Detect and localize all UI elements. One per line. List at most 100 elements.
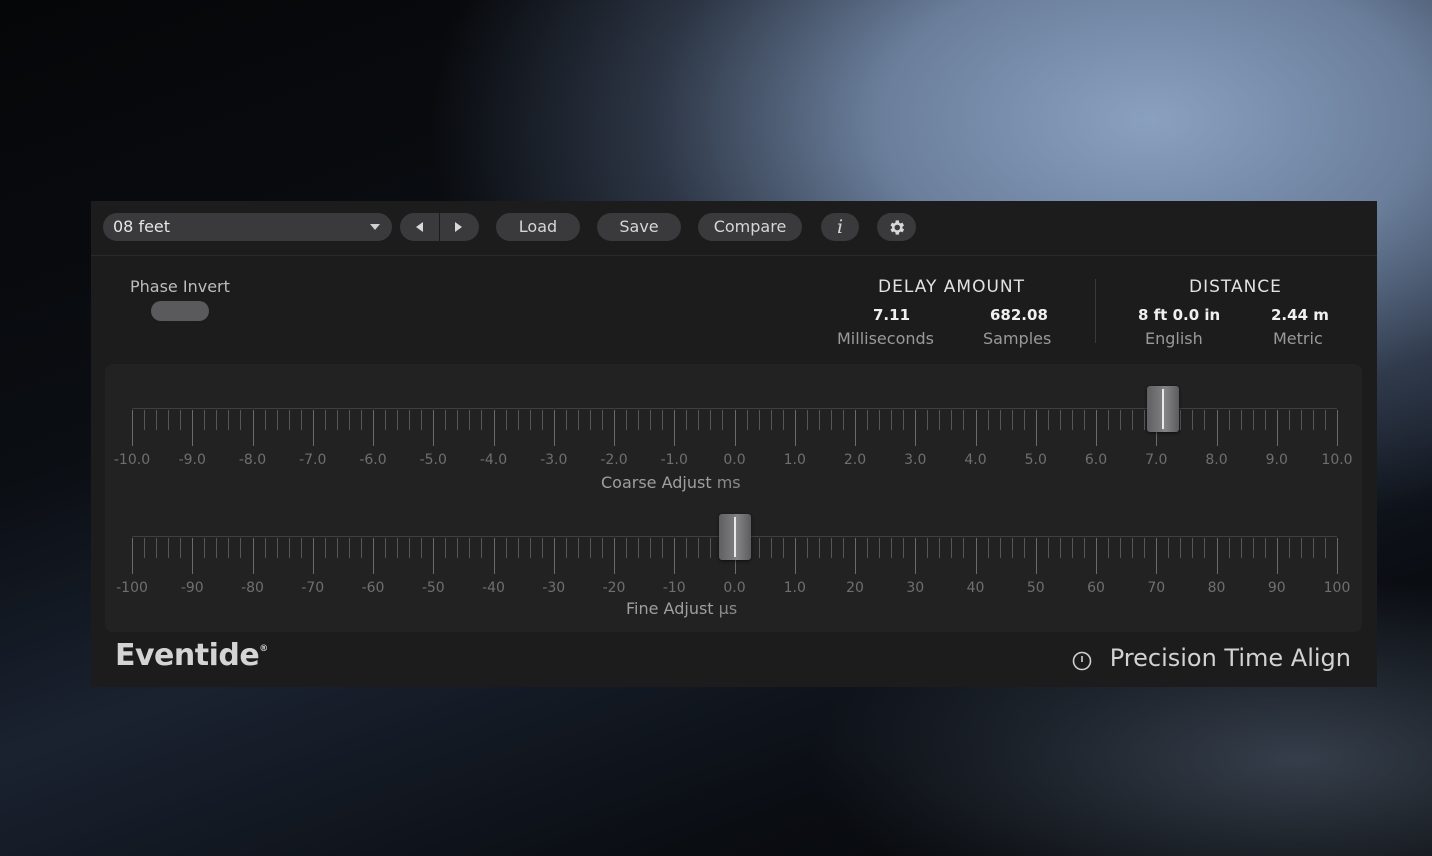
- coarse-tick: [999, 410, 1001, 430]
- coarse-tick: [626, 410, 628, 430]
- fine-tick: [336, 538, 338, 558]
- coarse-tick: [264, 410, 266, 430]
- coarse-tick: [192, 410, 194, 446]
- fine-tick: [505, 538, 507, 558]
- chevron-down-icon: [370, 224, 380, 230]
- coarse-tick: [734, 410, 736, 446]
- fine-tick: [324, 538, 326, 558]
- coarse-tick: [1300, 410, 1302, 430]
- coarse-tick: [505, 410, 507, 430]
- coarse-tick: [1324, 410, 1326, 430]
- gear-icon: [890, 220, 905, 235]
- fine-tick: [360, 538, 362, 558]
- compare-button[interactable]: Compare: [698, 213, 802, 241]
- fine-tick: [385, 538, 387, 558]
- fine-tick: [192, 538, 194, 574]
- coarse-tick-label: -2.0: [600, 452, 628, 468]
- fine-tick: [1023, 538, 1025, 558]
- fine-tick: [1132, 538, 1134, 558]
- fine-slider-thumb[interactable]: [718, 514, 751, 560]
- settings-button[interactable]: [877, 213, 916, 241]
- fine-tick: [662, 538, 664, 558]
- fine-tick: [216, 538, 218, 558]
- coarse-tick: [1120, 410, 1122, 430]
- coarse-tick: [1228, 410, 1230, 430]
- coarse-tick: [577, 410, 579, 430]
- coarse-tick: [1180, 410, 1182, 430]
- coarse-tick: [300, 410, 302, 430]
- coarse-tick: [204, 410, 206, 430]
- fine-tick: [180, 538, 182, 558]
- coarse-tick: [565, 410, 567, 430]
- distance-title: DISTANCE: [1189, 277, 1282, 297]
- fine-tick-label: -20: [602, 580, 626, 596]
- coarse-tick: [927, 410, 929, 430]
- coarse-tick: [722, 410, 724, 430]
- coarse-tick: [469, 410, 471, 430]
- coarse-tick: [385, 410, 387, 430]
- fine-tick: [1047, 538, 1049, 558]
- fine-tick: [204, 538, 206, 558]
- fine-tick: [168, 538, 170, 558]
- coarse-tick: [409, 410, 411, 430]
- fine-tick: [409, 538, 411, 558]
- coarse-tick: [1023, 410, 1025, 430]
- coarse-tick: [481, 410, 483, 430]
- coarse-tick: [782, 410, 784, 430]
- preset-dropdown[interactable]: 08 feet: [103, 213, 392, 241]
- fine-tick: [1240, 538, 1242, 558]
- coarse-slider-thumb[interactable]: [1146, 386, 1179, 432]
- fine-tick: [638, 538, 640, 558]
- coarse-tick: [638, 410, 640, 430]
- fine-tick: [228, 538, 230, 558]
- fine-tick: [1276, 538, 1278, 574]
- fine-tick: [577, 538, 579, 558]
- coarse-tick: [698, 410, 700, 430]
- fine-tick: [867, 538, 869, 558]
- prev-preset-button[interactable]: [400, 213, 440, 241]
- fine-tick-label: -60: [361, 580, 385, 596]
- fine-tick: [927, 538, 929, 558]
- save-button[interactable]: Save: [597, 213, 681, 241]
- coarse-tick: [1071, 410, 1073, 430]
- fine-tick: [1059, 538, 1061, 558]
- coarse-tick: [1059, 410, 1061, 430]
- fine-tick: [1228, 538, 1230, 558]
- fine-tick-label: 40: [966, 580, 985, 596]
- fine-tick: [481, 538, 483, 558]
- coarse-tick: [360, 410, 362, 430]
- fine-tick: [614, 538, 615, 574]
- fine-tick: [975, 538, 977, 574]
- coarse-tick-label: 5.0: [1024, 452, 1047, 468]
- delay-amount-title: DELAY AMOUNT: [878, 277, 1026, 297]
- coarse-tick: [541, 410, 543, 430]
- coarse-tick: [216, 410, 218, 430]
- fine-tick: [240, 538, 242, 558]
- coarse-adjust-label: Coarse Adjust ms: [601, 473, 741, 492]
- phase-invert-toggle[interactable]: [151, 301, 209, 321]
- fine-tick: [1288, 538, 1290, 558]
- fine-tick: [1204, 538, 1206, 558]
- toolbar: 08 feet Load Save Compare i: [91, 201, 1377, 256]
- fine-tick-label: 100: [1323, 580, 1351, 596]
- fine-tick: [1035, 538, 1037, 574]
- coarse-tick: [1035, 410, 1037, 446]
- coarse-tick: [601, 410, 603, 430]
- coarse-tick-label: 7.0: [1145, 452, 1168, 468]
- info-button[interactable]: i: [821, 213, 859, 241]
- next-preset-button[interactable]: [440, 213, 479, 241]
- coarse-tick: [806, 410, 808, 430]
- fine-adjust-label: Fine Adjust µs: [626, 599, 737, 618]
- coarse-tick: [288, 410, 290, 430]
- load-button[interactable]: Load: [496, 213, 580, 241]
- preset-name: 08 feet: [113, 217, 171, 236]
- coarse-tick-label: -3.0: [540, 452, 568, 468]
- coarse-tick: [336, 410, 338, 430]
- fine-tick: [758, 538, 760, 558]
- coarse-tick: [975, 410, 977, 446]
- coarse-tick: [312, 410, 314, 446]
- fine-tick-label: 20: [846, 580, 864, 596]
- fine-tick: [650, 538, 652, 558]
- distance-english-value: 8 ft 0.0 in: [1138, 306, 1221, 324]
- fine-tick: [1120, 538, 1122, 558]
